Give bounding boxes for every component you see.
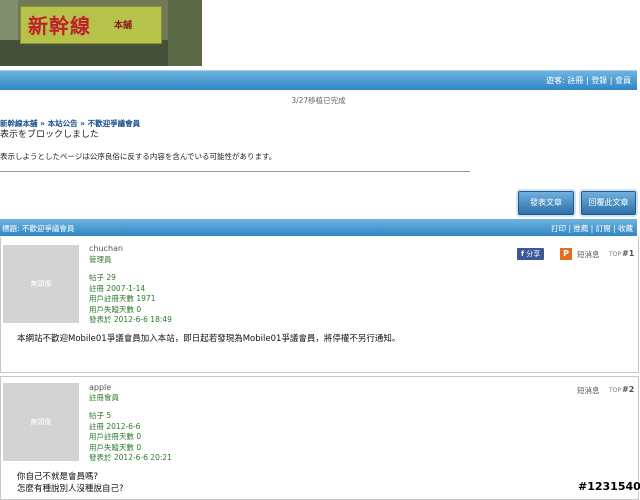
thread-tools: 打印 | 推薦 | 訂閱 | 收藏 <box>551 224 633 233</box>
stat-posted-at: 發表於 2012-6-6 20:21 <box>89 453 172 462</box>
post: 無頭像 chuchan 管理員 帖子 29 註冊 2007-1-14 用戶註冊天… <box>0 237 639 373</box>
separator: | <box>585 76 589 85</box>
guest-label: 遊客: <box>546 76 565 85</box>
stat-registered: 註冊 2007-1-14 <box>89 283 146 293</box>
subscribe-link[interactable]: 訂閱 <box>596 224 611 233</box>
divider <box>0 171 470 172</box>
site-banner[interactable]: 新幹線 本舖 <box>0 0 202 66</box>
post-body-line: 你自己不就是會員嗎? <box>17 472 99 482</box>
post-username[interactable]: chuchan <box>89 244 123 253</box>
back-to-top-icon[interactable]: TOP <box>609 251 621 258</box>
post-floor[interactable]: #1 <box>622 249 634 258</box>
plurk-share-icon[interactable]: P <box>560 248 572 260</box>
blocked-extra-text <box>0 183 300 189</box>
stat-posted-at: 發表於 2012-6-6 18:49 <box>89 315 172 324</box>
pm-link[interactable]: 短消息 <box>577 385 600 396</box>
user-role: 註冊會員 <box>89 393 119 402</box>
reply-button[interactable]: 回覆此文章 <box>581 191 636 215</box>
banner-decoration <box>168 0 202 66</box>
avatar: 無頭像 <box>3 245 79 323</box>
blocked-title: 表示をブロックしました <box>0 130 100 140</box>
user-stats: 帖子 5 註冊 2012-6-6 用戶註冊天數 0 用戶失蹤天數 0 發表於 2… <box>89 411 172 464</box>
stat-missing-days: 用戶失蹤天數 0 <box>89 442 142 452</box>
facebook-icon: f <box>521 250 525 258</box>
announcement[interactable]: 3/27移植已完成 <box>0 95 637 106</box>
print-link[interactable]: 打印 <box>551 224 566 233</box>
post-body: 你自己不就是會員嗎? 怎麼有種說別人沒種說自己? <box>17 471 124 495</box>
separator: | <box>609 76 613 85</box>
stat-missing-days: 用戶失蹤天數 0 <box>89 304 142 314</box>
site-logo: 新幹線 <box>28 14 91 38</box>
share-label: 分享 <box>526 250 541 258</box>
user-role: 管理員 <box>89 255 112 264</box>
register-link[interactable]: 註冊 <box>567 76 583 85</box>
post: 無頭像 apple 註冊會員 帖子 5 註冊 2012-6-6 用戶註冊天數 0… <box>0 376 639 500</box>
post-floor[interactable]: #2 <box>622 385 634 394</box>
image-watermark: #1231540 <box>578 480 640 493</box>
blocked-message: 表示しようとしたページは公序良俗に反する内容を含んでいる可能性があります。 <box>0 152 277 161</box>
pm-link[interactable]: 短消息 <box>577 249 600 260</box>
members-link[interactable]: 會員 <box>615 76 631 85</box>
favorite-link[interactable]: 收藏 <box>618 224 633 233</box>
thread-title: 標題: 不歡迎爭議會員 <box>2 224 75 233</box>
user-stats: 帖子 29 註冊 2007-1-14 用戶註冊天數 1971 用戶失蹤天數 0 … <box>89 273 172 326</box>
avatar: 無頭像 <box>3 383 79 461</box>
top-nav-bar: 遊客: 註冊 | 登錄 | 會員 <box>0 70 637 90</box>
recommend-link[interactable]: 推薦 <box>573 224 588 233</box>
thread-header: 標題: 不歡迎爭議會員 打印 | 推薦 | 訂閱 | 收藏 <box>0 219 637 236</box>
stat-registered: 註冊 2012-6-6 <box>89 421 141 431</box>
login-link[interactable]: 登錄 <box>591 76 607 85</box>
site-logo-sub: 本舖 <box>114 21 133 31</box>
guest-links: 遊客: 註冊 | 登錄 | 會員 <box>546 75 631 86</box>
post-username[interactable]: apple <box>89 383 111 392</box>
stat-reg-days: 用戶註冊天數 0 <box>89 432 142 441</box>
stat-reg-days: 用戶註冊天數 1971 <box>89 294 156 303</box>
stat-posts: 帖子 5 <box>89 411 112 420</box>
facebook-share-button[interactable]: f 分享 <box>517 248 545 260</box>
stat-posts: 帖子 29 <box>89 273 116 282</box>
post-body-line: 怎麼有種說別人沒種說自己? <box>17 484 124 494</box>
back-to-top-icon[interactable]: TOP <box>609 387 621 394</box>
post-body: 本網站不歡迎Mobile01爭議會員加入本站，即日起若發現為Mobile01爭議… <box>17 334 401 344</box>
new-post-button[interactable]: 發表文章 <box>518 191 574 215</box>
